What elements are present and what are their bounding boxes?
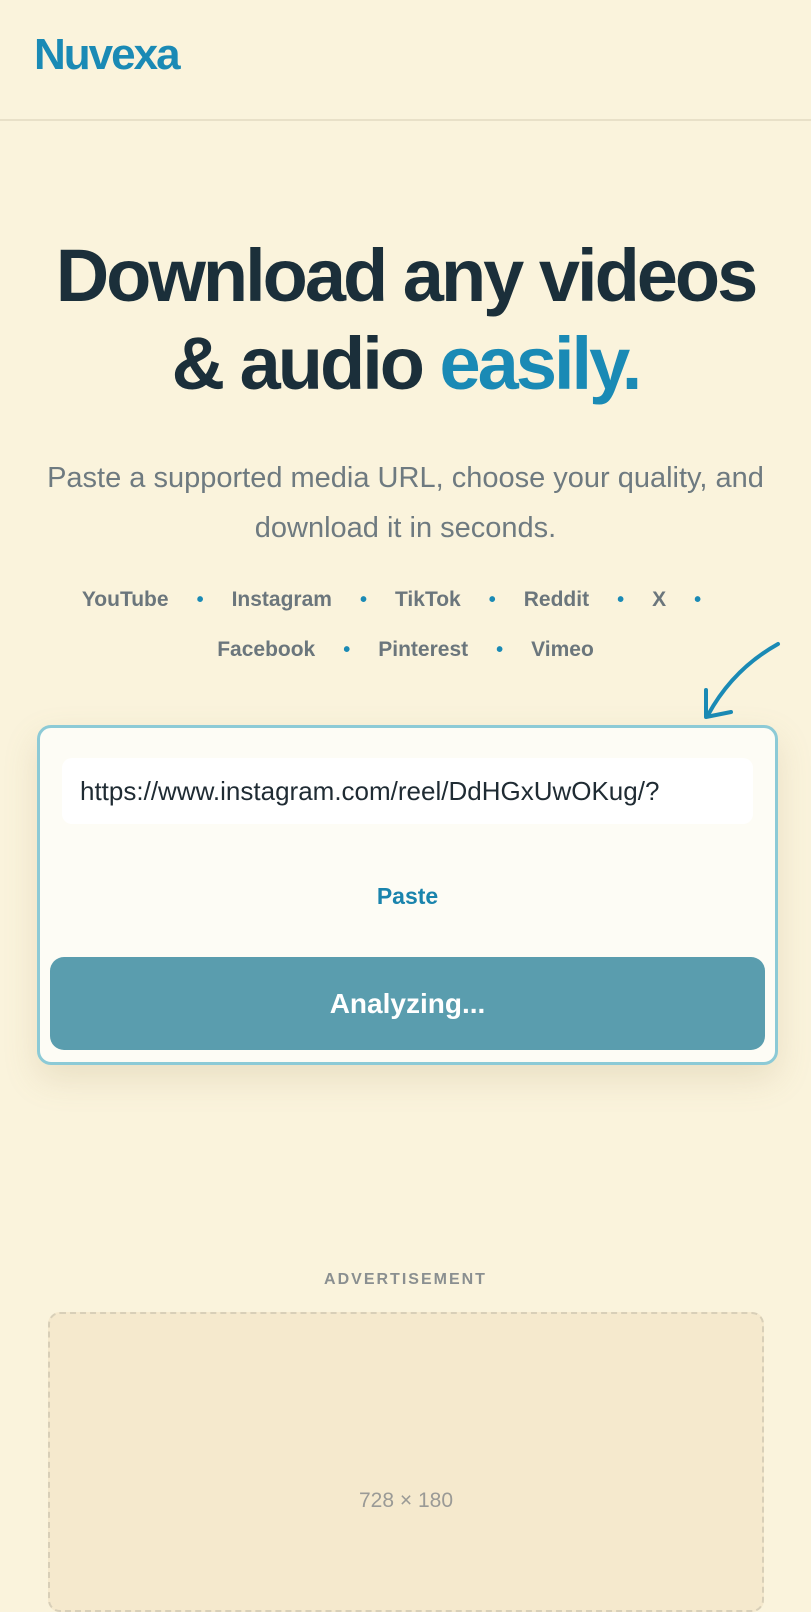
download-form-card: Paste Analyzing...	[37, 725, 778, 1065]
platform-list-row2: Facebook • Pinterest • Vimeo	[0, 638, 811, 662]
curved-arrow-icon	[704, 642, 780, 719]
hero-title-line2: & audio easily.	[0, 320, 811, 408]
hero-subtitle: Paste a supported media URL, choose your…	[47, 462, 764, 544]
logo[interactable]: Nuvexa	[34, 30, 181, 80]
analyze-button[interactable]: Analyzing...	[50, 957, 765, 1050]
platform-facebook: Facebook	[217, 638, 316, 661]
platform-youtube: YouTube	[81, 588, 169, 611]
platform-list-row1: YouTube • Instagram • TikTok • Reddit • X •	[0, 588, 811, 612]
separator-dot: •	[488, 589, 496, 611]
platform-reddit: Reddit	[523, 588, 590, 611]
hero-title: Download any videos & audio easily.	[0, 232, 811, 408]
hero-title-plain: & audio	[171, 322, 440, 405]
platform-x: X	[652, 588, 667, 611]
platform-pinterest: Pinterest	[378, 638, 469, 661]
hero-title-line1: Download any videos	[55, 234, 759, 317]
platform-vimeo: Vimeo	[531, 638, 594, 661]
separator-dot: •	[359, 589, 367, 611]
url-input[interactable]	[62, 758, 753, 824]
separator-dot: •	[343, 639, 351, 661]
ad-size-text: 728 × 180	[358, 1489, 453, 1512]
separator-dot: •	[694, 589, 702, 611]
platform-instagram: Instagram	[231, 588, 332, 611]
hero-title-accent: easily.	[439, 322, 643, 405]
advertisement-slot[interactable]: 728 × 180	[48, 1312, 764, 1612]
separator-dot: •	[196, 589, 204, 611]
separator-dot: •	[496, 639, 504, 661]
site-header: Nuvexa	[0, 0, 811, 121]
platform-tiktok: TikTok	[394, 588, 461, 611]
separator-dot: •	[617, 589, 625, 611]
advertisement-label: ADVERTISEMENT	[324, 1271, 487, 1288]
paste-button[interactable]: Paste	[40, 883, 775, 910]
